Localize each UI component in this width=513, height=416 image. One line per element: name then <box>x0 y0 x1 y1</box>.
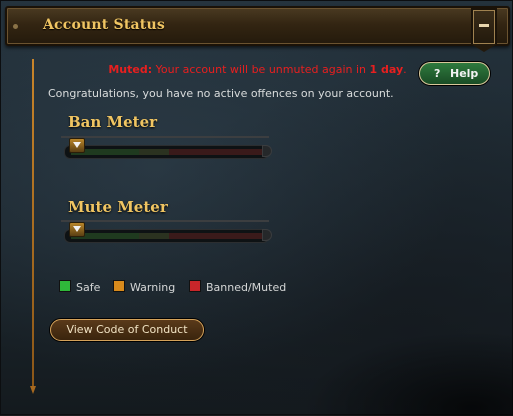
legend-safe: Safe <box>59 280 100 294</box>
decorative-vertical-line <box>32 59 34 389</box>
muted-end: . <box>403 63 407 76</box>
meter-top-rule <box>61 220 269 222</box>
minus-icon <box>479 24 489 27</box>
meter-banned-zone <box>169 149 262 155</box>
banner-tail <box>471 44 497 52</box>
offences-summary: Congratulations, you have no active offe… <box>48 87 394 100</box>
meter-warning-zone <box>139 149 169 155</box>
muted-label: Muted: <box>108 63 153 76</box>
help-button[interactable]: ? Help <box>419 62 490 85</box>
question-icon: ? <box>434 67 441 80</box>
muted-text: Your account will be unmuted again in <box>155 63 367 76</box>
marker-arrow-icon <box>73 142 81 148</box>
meter-end-cap <box>262 145 272 157</box>
legend-warning-label: Warning <box>130 281 176 294</box>
legend-safe-label: Safe <box>76 281 101 294</box>
marker-arrow-icon <box>73 226 81 232</box>
ban-meter-title: Ban Meter <box>68 113 158 131</box>
help-label: Help <box>450 67 479 80</box>
muted-duration: 1 day <box>369 63 404 76</box>
meter-top-rule <box>61 136 269 138</box>
collapse-button[interactable] <box>471 8 497 52</box>
mute-meter <box>61 220 273 244</box>
mute-level-marker <box>69 222 85 237</box>
meter-warning-zone <box>139 233 169 239</box>
mute-meter-title: Mute Meter <box>68 198 168 216</box>
panel-title: Account Status <box>43 17 165 33</box>
decorative-line-tip <box>30 386 36 394</box>
header-rivet <box>13 24 18 29</box>
ban-level-marker <box>69 138 85 153</box>
ban-meter <box>61 136 273 160</box>
legend-banned: Banned/Muted <box>189 280 286 294</box>
background-vignette <box>301 331 513 416</box>
account-status-panel: Account Status Muted: Your account will … <box>0 0 513 416</box>
legend-warning: Warning <box>113 280 175 294</box>
warning-swatch-icon <box>113 280 125 292</box>
meter-banned-zone <box>169 233 262 239</box>
banned-swatch-icon <box>189 280 201 292</box>
meter-end-cap <box>262 229 272 241</box>
view-code-of-conduct-button[interactable]: View Code of Conduct <box>50 319 204 341</box>
safe-swatch-icon <box>59 280 71 292</box>
panel-header: Account Status <box>5 6 510 52</box>
legend-banned-label: Banned/Muted <box>206 281 287 294</box>
